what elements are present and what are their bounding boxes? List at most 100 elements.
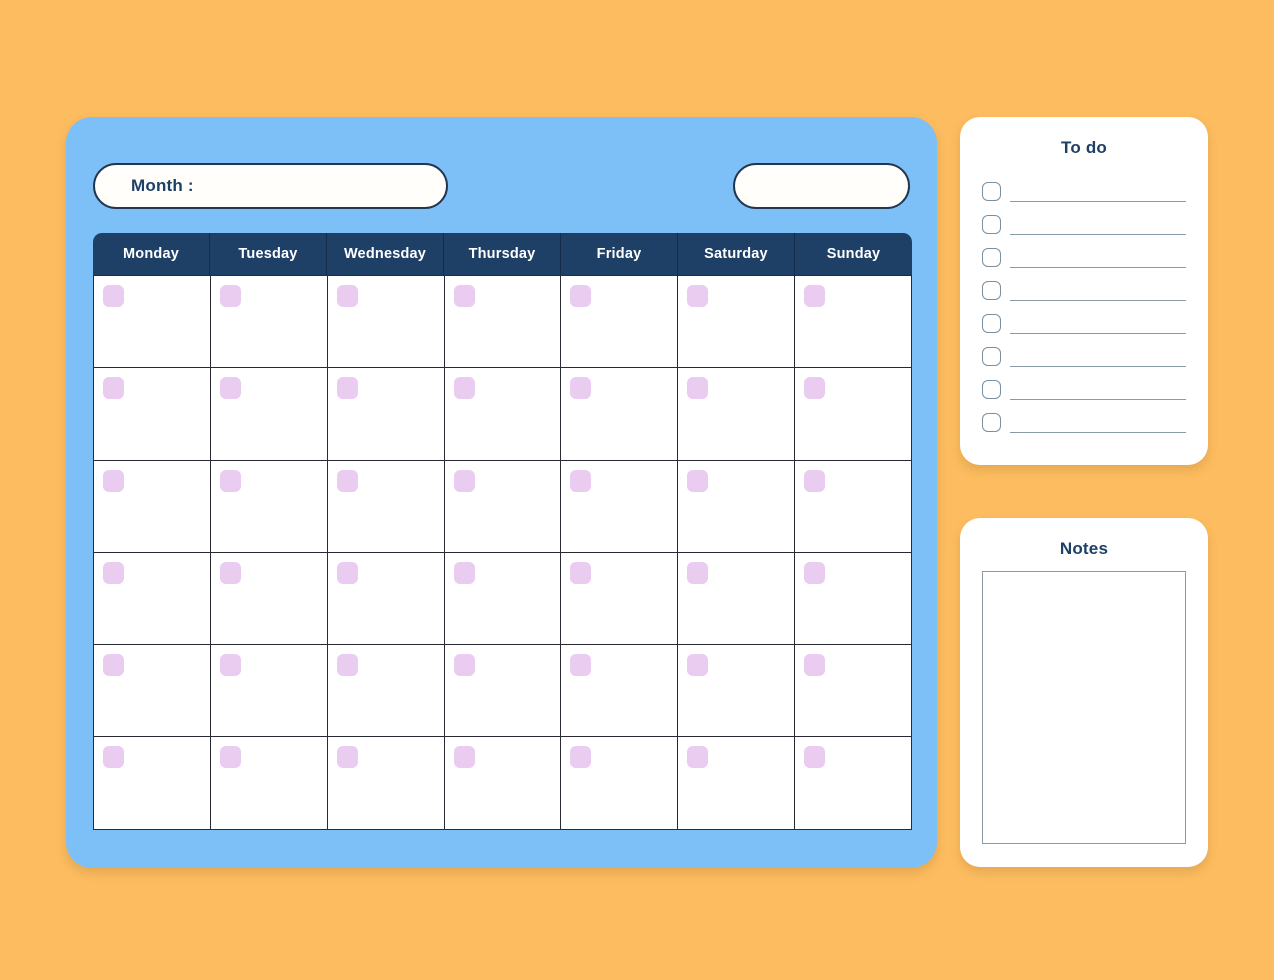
calendar-topbar: Month : (93, 163, 910, 209)
calendar-day-cell[interactable] (94, 645, 211, 738)
calendar-weeks (93, 275, 912, 830)
calendar-day-cell[interactable] (327, 737, 445, 830)
calendar-day-cell[interactable] (444, 460, 562, 553)
day-of-week-header: Monday Tuesday Wednesday Thursday Friday… (93, 233, 912, 275)
todo-checkbox[interactable] (982, 314, 1001, 333)
todo-checkbox[interactable] (982, 215, 1001, 234)
day-number-chip (453, 377, 475, 400)
calendar-day-cell[interactable] (678, 552, 796, 646)
day-number-chip (804, 285, 826, 307)
calendar-day-cell[interactable] (210, 368, 328, 461)
calendar-day-cell[interactable] (210, 645, 328, 738)
day-number-chip (453, 469, 475, 492)
day-header-wednesday: Wednesday (327, 233, 444, 275)
todo-write-line[interactable] (1010, 365, 1186, 367)
todo-write-line[interactable] (1010, 299, 1186, 301)
day-number-chip (570, 746, 592, 769)
calendar-day-cell[interactable] (561, 552, 679, 646)
calendar-day-cell[interactable] (444, 737, 562, 830)
year-input[interactable] (733, 163, 910, 209)
calendar-day-cell[interactable] (94, 276, 211, 369)
day-number-chip (336, 561, 358, 584)
todo-write-line[interactable] (1010, 233, 1186, 235)
month-input[interactable]: Month : (93, 163, 448, 209)
todo-write-line[interactable] (1010, 332, 1186, 334)
calendar-day-cell[interactable] (795, 737, 912, 830)
day-number-chip (219, 654, 241, 677)
calendar-day-cell[interactable] (94, 552, 211, 646)
calendar-day-cell[interactable] (444, 645, 562, 738)
todo-title: To do (1061, 138, 1107, 157)
day-number-chip (804, 654, 826, 677)
calendar-day-cell[interactable] (678, 737, 796, 830)
day-number-chip (570, 377, 592, 400)
calendar-day-cell[interactable] (327, 276, 445, 369)
calendar-day-cell[interactable] (678, 460, 796, 553)
calendar-day-cell[interactable] (327, 645, 445, 738)
calendar-day-cell[interactable] (795, 368, 912, 461)
todo-write-line[interactable] (1010, 266, 1186, 268)
todo-checkbox[interactable] (982, 413, 1001, 432)
notes-textarea[interactable] (982, 571, 1186, 844)
day-header-thursday: Thursday (444, 233, 561, 275)
day-number-chip (103, 561, 124, 584)
day-number-chip (219, 285, 241, 307)
day-number-chip (687, 654, 709, 677)
calendar-day-cell[interactable] (444, 552, 562, 646)
todo-item (982, 271, 1186, 304)
todo-card: To do (960, 117, 1208, 465)
todo-checkbox[interactable] (982, 281, 1001, 300)
calendar-day-cell[interactable] (327, 460, 445, 553)
calendar-day-cell[interactable] (444, 276, 562, 369)
day-header-saturday: Saturday (678, 233, 795, 275)
day-number-chip (453, 561, 475, 584)
todo-write-line[interactable] (1010, 431, 1186, 433)
todo-checkbox[interactable] (982, 248, 1001, 267)
month-label: Month : (131, 176, 194, 195)
calendar-day-cell[interactable] (795, 460, 912, 553)
day-number-chip (570, 561, 592, 584)
day-number-chip (687, 469, 709, 492)
calendar-day-cell[interactable] (94, 737, 211, 830)
day-number-chip (219, 469, 241, 492)
day-number-chip (804, 377, 826, 400)
day-number-chip (219, 561, 241, 584)
day-header-tuesday: Tuesday (210, 233, 327, 275)
calendar-day-cell[interactable] (795, 552, 912, 646)
calendar-day-cell[interactable] (561, 460, 679, 553)
calendar-day-cell[interactable] (210, 737, 328, 830)
calendar-day-cell[interactable] (561, 276, 679, 369)
todo-checkbox[interactable] (982, 347, 1001, 366)
todo-item (982, 205, 1186, 238)
todo-item (982, 403, 1186, 436)
todo-checkbox[interactable] (982, 380, 1001, 399)
day-number-chip (804, 469, 826, 492)
calendar-day-cell[interactable] (210, 276, 328, 369)
day-number-chip (103, 377, 124, 400)
notes-card: Notes (960, 518, 1208, 867)
calendar-day-cell[interactable] (678, 276, 796, 369)
calendar-day-cell[interactable] (678, 645, 796, 738)
calendar-day-cell[interactable] (795, 645, 912, 738)
todo-checkbox[interactable] (982, 182, 1001, 201)
calendar-day-cell[interactable] (561, 645, 679, 738)
calendar-day-cell[interactable] (561, 737, 679, 830)
calendar-grid: Monday Tuesday Wednesday Thursday Friday… (93, 233, 912, 830)
calendar-day-cell[interactable] (678, 368, 796, 461)
calendar-day-cell[interactable] (795, 276, 912, 369)
todo-write-line[interactable] (1010, 200, 1186, 202)
day-number-chip (570, 654, 592, 677)
calendar-day-cell[interactable] (94, 460, 211, 553)
calendar-day-cell[interactable] (327, 368, 445, 461)
todo-list (982, 172, 1186, 436)
day-number-chip (336, 746, 358, 769)
calendar-day-cell[interactable] (210, 460, 328, 553)
day-number-chip (103, 654, 124, 677)
calendar-day-cell[interactable] (444, 368, 562, 461)
calendar-day-cell[interactable] (327, 552, 445, 646)
calendar-day-cell[interactable] (561, 368, 679, 461)
calendar-day-cell[interactable] (94, 368, 211, 461)
todo-write-line[interactable] (1010, 398, 1186, 400)
calendar-day-cell[interactable] (210, 552, 328, 646)
day-number-chip (336, 377, 358, 400)
